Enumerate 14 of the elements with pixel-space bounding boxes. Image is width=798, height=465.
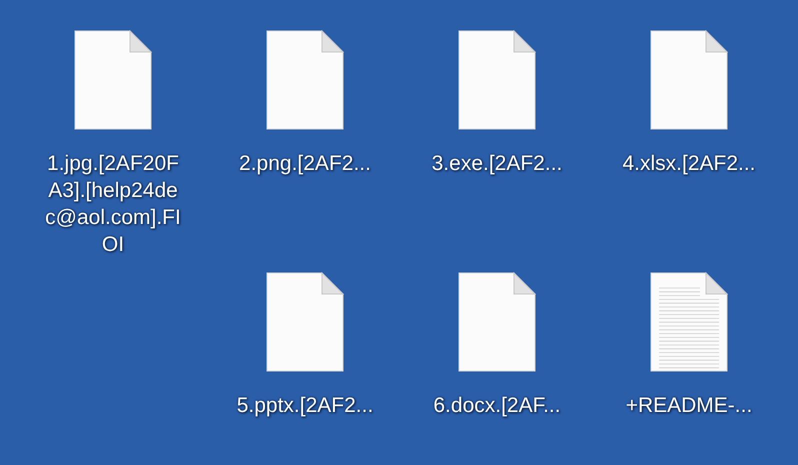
blank-file-icon[interactable] <box>458 272 536 372</box>
text-document-icon[interactable] <box>650 272 728 372</box>
file-name[interactable]: 2.png.[2AF2... <box>239 150 371 177</box>
file-name[interactable]: 4.xlsx.[2AF2... <box>622 150 756 177</box>
file-name[interactable]: 5.pptx.[2AF2... <box>236 392 374 419</box>
file-name[interactable]: 1.jpg.[2AF20F A3].[help24de c@aol.com].FI OI <box>45 150 181 258</box>
blank-file-icon[interactable] <box>458 30 536 130</box>
blank-file-icon[interactable] <box>266 272 344 372</box>
blank-file-icon[interactable] <box>74 30 152 130</box>
blank-file-icon[interactable] <box>650 30 728 130</box>
file-name[interactable]: +README-... <box>626 392 752 419</box>
file-name[interactable]: 3.exe.[2AF2... <box>432 150 562 177</box>
blank-file-icon[interactable] <box>266 30 344 130</box>
file-name[interactable]: 6.docx.[2AF... <box>433 392 561 419</box>
